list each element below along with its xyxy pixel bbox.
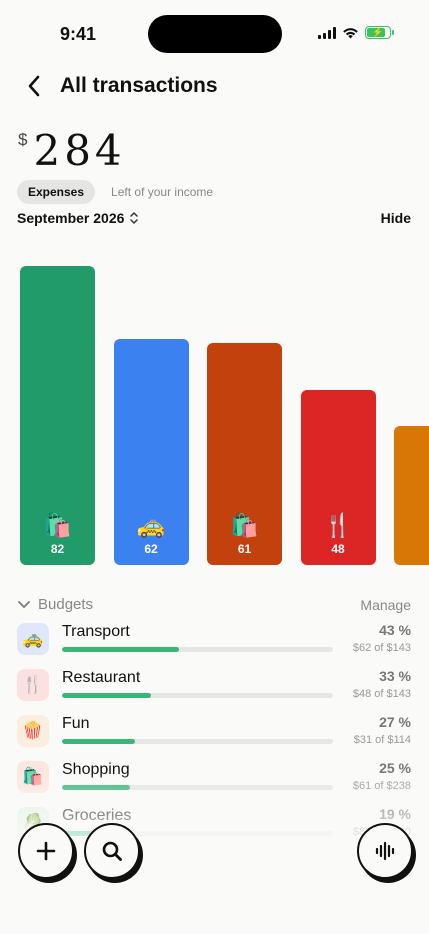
amount-type-row: Expenses Left of your income: [17, 180, 213, 204]
chart-bar-transport[interactable]: 🚕 62: [113, 339, 189, 565]
status-time: 9:41: [60, 24, 97, 44]
budget-name: Shopping: [62, 761, 130, 778]
chevron-up-down-icon: [130, 212, 139, 224]
budget-amount: $48 of $143: [352, 688, 411, 700]
budget-progress-fill: [62, 739, 136, 744]
battery-icon: ⚡: [365, 26, 394, 39]
chart-bar-other[interactable]: [394, 426, 429, 565]
remaining-amount: $ 284: [18, 126, 126, 175]
header: All transactions: [18, 68, 411, 104]
budgets-toggle[interactable]: Budgets: [17, 596, 93, 613]
search-button[interactable]: [84, 823, 140, 879]
budget-progress-track: [62, 693, 333, 698]
bar-value-label: 61: [237, 542, 252, 556]
voice-input-button[interactable]: [357, 823, 413, 879]
month-label: September 2026: [17, 210, 125, 226]
search-icon: [102, 841, 122, 861]
bar-category-icon: 🍴: [323, 512, 353, 538]
budget-name: Transport: [62, 623, 130, 640]
amount-value: 284: [33, 126, 126, 175]
bar-category-icon: 🚕: [136, 512, 166, 538]
left-of-income-label[interactable]: Left of your income: [111, 185, 213, 199]
budget-progress-track: [62, 647, 333, 652]
budget-name: Restaurant: [62, 669, 141, 686]
dynamic-island: [148, 15, 282, 53]
wifi-icon: [343, 27, 358, 38]
bar-value-label: 62: [144, 542, 158, 556]
budget-amount: $31 of $114: [353, 734, 411, 746]
manage-button[interactable]: Manage: [360, 597, 411, 613]
budgets-section: Budgets Manage 🚕 Transport 43 % $62 of $143…: [17, 596, 411, 851]
budget-category-icon: 🍴: [17, 669, 49, 701]
chevron-down-icon: [18, 600, 30, 608]
bar-category-icon: 🛍️: [230, 512, 259, 538]
budget-progress-track: [62, 739, 333, 744]
budget-name: Fun: [62, 715, 90, 732]
budget-list: 🚕 Transport 43 % $62 of $143 🍴 Restaurant 33 %…: [17, 621, 411, 851]
currency-symbol: $: [18, 130, 28, 149]
period-row: September 2026 Hide: [17, 210, 411, 226]
budget-name: Groceries: [62, 807, 132, 824]
spending-bar-chart: 🛍️ 82 🚕 62 🛍️ 61 🍴 48: [0, 250, 429, 570]
voice-waveform-icon: [375, 841, 395, 861]
budget-category-icon: 🚕: [17, 623, 49, 655]
chart-bar-restaurant[interactable]: 🍴 48: [300, 390, 376, 565]
budgets-header: Budgets Manage: [17, 596, 411, 613]
bar-value-label: 48: [331, 542, 345, 556]
budget-percent: 33 %: [379, 668, 411, 684]
budget-row-shopping[interactable]: 🛍️ Shopping 25 % $61 of $238: [17, 759, 411, 805]
status-bar: 9:41 ⚡: [0, 0, 429, 60]
budget-row-restaurant[interactable]: 🍴 Restaurant 33 % $48 of $143: [17, 667, 411, 713]
budget-percent: 43 %: [379, 622, 411, 638]
page-title: All transactions: [60, 74, 218, 97]
cellular-signal-icon: [318, 26, 336, 39]
month-selector[interactable]: September 2026: [17, 210, 139, 226]
status-icons: ⚡: [318, 26, 394, 39]
budget-row-transport[interactable]: 🚕 Transport 43 % $62 of $143: [17, 621, 411, 667]
budget-row-groceries[interactable]: 🥬Groceries19 %$82 of $430: [17, 805, 411, 851]
chevron-left-icon: [28, 75, 40, 97]
expenses-chip[interactable]: Expenses: [17, 180, 96, 204]
budget-category-icon: 🛍️: [17, 761, 49, 793]
chart-bar-shopping[interactable]: 🛍️ 61: [207, 343, 282, 565]
budget-progress-fill: [62, 647, 179, 652]
budgets-title: Budgets: [38, 596, 94, 613]
budget-percent: 19 %: [379, 806, 411, 822]
budget-row-fun[interactable]: 🍿 Fun 27 % $31 of $114: [17, 713, 411, 759]
back-button[interactable]: [18, 70, 50, 102]
budget-category-icon: 🍿: [17, 715, 49, 747]
bar-category-icon: 🛍️: [43, 512, 72, 538]
bar-value-label: 82: [50, 542, 65, 556]
chart-bar-groceries[interactable]: 🛍️ 82: [20, 266, 95, 565]
add-transaction-button[interactable]: [18, 823, 74, 879]
budget-progress-fill: [62, 785, 130, 790]
budget-progress-fill: [62, 693, 152, 698]
budget-percent: 27 %: [379, 714, 411, 730]
budget-amount: $61 of $238: [352, 780, 411, 792]
budget-amount: $62 of $143: [352, 642, 411, 654]
budget-percent: 25 %: [379, 760, 411, 776]
budget-progress-track: [62, 785, 333, 790]
hide-button[interactable]: Hide: [381, 210, 411, 226]
plus-icon: [36, 841, 56, 861]
